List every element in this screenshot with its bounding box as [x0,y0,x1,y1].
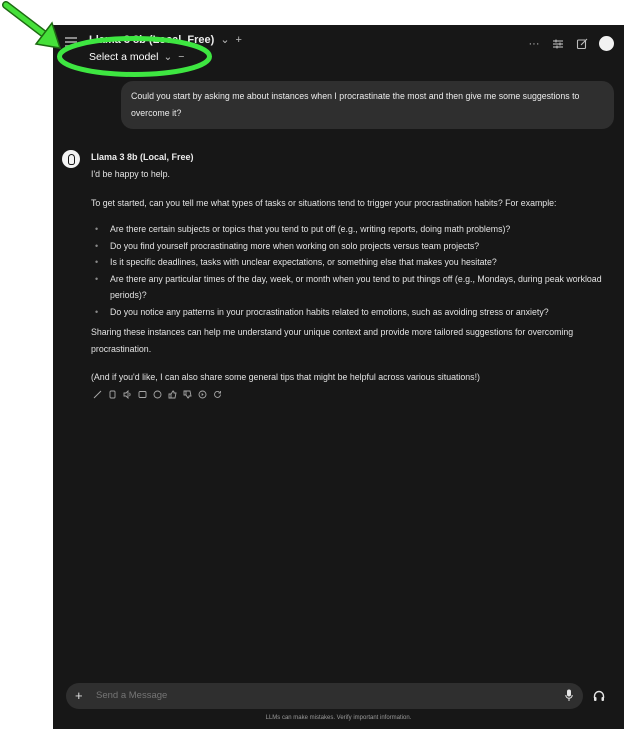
assistant-lead: To get started, can you tell me what typ… [91,197,557,208]
thumbs-down-icon[interactable] [183,390,192,399]
chevron-down-icon[interactable]: ⌄ [220,34,229,46]
thumbs-up-icon[interactable] [168,390,177,399]
list-item: Are there any particular times of the da… [91,271,619,304]
list-item: Are there certain subjects or topics tha… [91,221,619,238]
header-actions: ··· [527,36,614,51]
attach-button[interactable]: + [75,687,83,704]
message-actions [93,390,222,399]
disclaimer-text: LLMs can make mistakes. Verify important… [265,715,412,721]
assistant-intro: I'd be happy to help. [91,169,170,179]
info-icon[interactable] [153,390,162,399]
headphones-icon[interactable] [593,690,605,702]
highlight-ellipse [57,36,212,77]
microphone-icon[interactable] [565,689,573,702]
list-item: Do you notice any patterns in your procr… [91,304,619,321]
sliders-icon[interactable] [551,37,565,51]
regenerate-icon[interactable] [213,390,222,399]
assistant-closing: Sharing these instances can help me unde… [91,327,574,354]
edit-icon[interactable] [575,37,589,51]
message-input[interactable] [96,690,516,701]
avatar[interactable] [599,36,614,51]
assistant-message: I'd be happy to help. To get started, ca… [91,166,619,386]
copy-icon[interactable] [108,390,117,399]
add-model-button[interactable]: + [236,34,242,46]
info-icon[interactable] [138,390,147,399]
edit-icon[interactable] [93,390,102,399]
assistant-postscript: (And if you'd like, I can also share som… [91,372,480,382]
message-input-bar: + [66,683,583,709]
assistant-bullet-list: Are there certain subjects or topics tha… [91,221,619,320]
read-aloud-icon[interactable] [123,390,132,399]
model-avatar-icon [62,150,80,168]
assistant-name: Llama 3 8b (Local, Free) [91,152,194,162]
list-item: Is it specific deadlines, tasks with unc… [91,254,619,271]
chat-window: Llama 3 8b (Local, Free) ⌄ + Select a mode… [53,25,624,729]
arrow-icon [2,1,62,49]
list-item: Do you find yourself procrastinating mor… [91,238,619,255]
user-message: Could you start by asking me about insta… [121,81,614,129]
continue-icon[interactable] [198,390,207,399]
more-icon[interactable]: ··· [527,37,541,51]
